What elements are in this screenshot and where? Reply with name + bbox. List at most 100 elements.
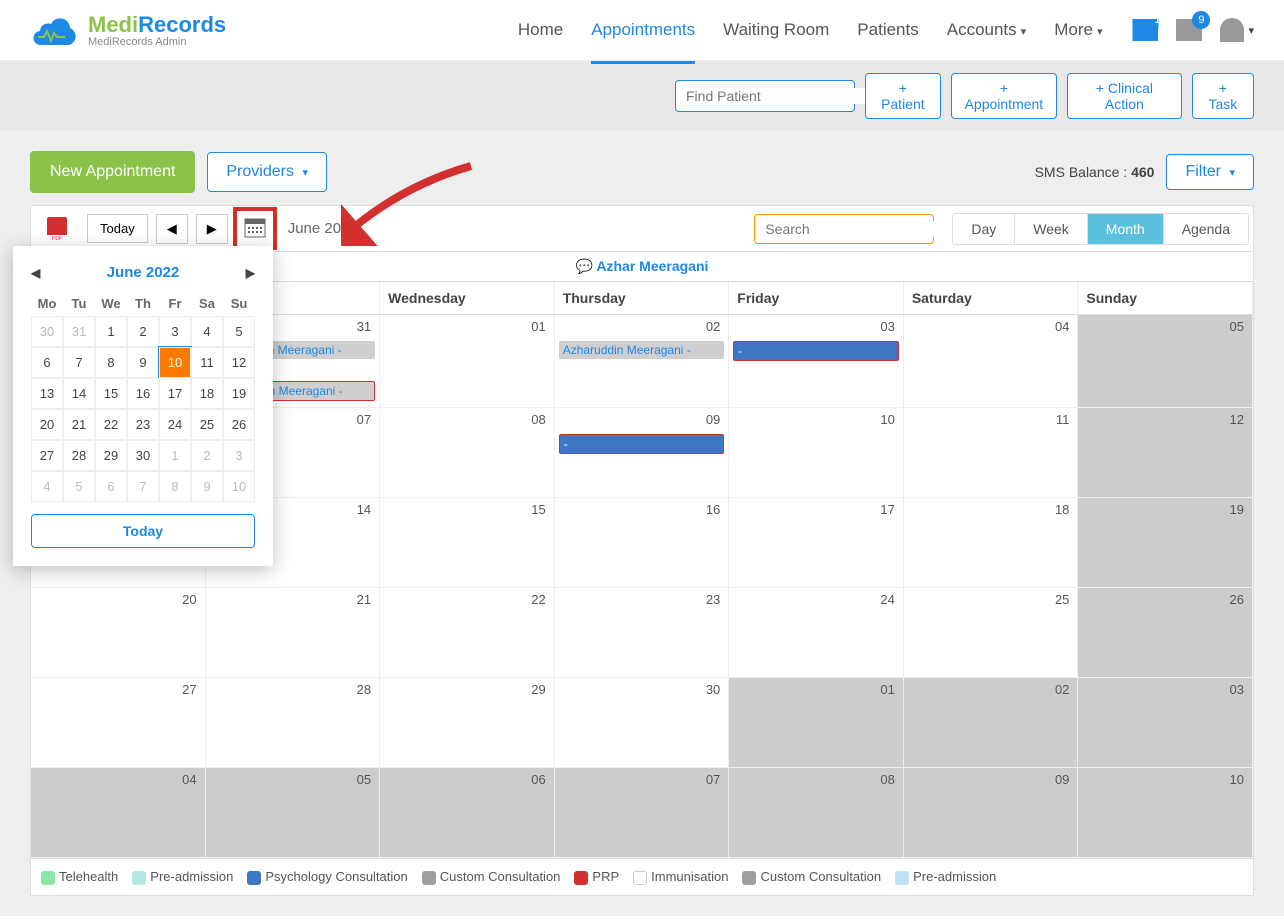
cal-cell[interactable]: 05: [1078, 315, 1253, 408]
cal-cell[interactable]: 08: [380, 408, 555, 498]
mini-day[interactable]: 2: [127, 316, 159, 347]
cal-cell[interactable]: 09: [904, 768, 1079, 858]
nav-appointments[interactable]: Appointments: [591, 12, 695, 48]
add-clinical-action-button[interactable]: + Clinical Action: [1067, 73, 1182, 119]
cal-cell[interactable]: 27: [31, 678, 206, 768]
mini-day[interactable]: 7: [127, 471, 159, 502]
cal-cell[interactable]: 23: [555, 588, 730, 678]
mini-day[interactable]: 18: [191, 378, 223, 409]
cal-cell[interactable]: 02Azharuddin Meeragani -: [555, 315, 730, 408]
mini-day[interactable]: 4: [191, 316, 223, 347]
mini-day[interactable]: 10: [223, 471, 255, 502]
logo[interactable]: MediRecords MediRecords Admin: [30, 12, 226, 48]
view-month[interactable]: Month: [1088, 214, 1164, 244]
cal-cell[interactable]: 04: [904, 315, 1079, 408]
cal-cell[interactable]: 17: [729, 498, 904, 588]
mini-day[interactable]: 6: [31, 347, 63, 378]
cal-cell[interactable]: 09-: [555, 408, 730, 498]
nav-more[interactable]: More▾: [1054, 12, 1102, 48]
cal-cell[interactable]: 18: [904, 498, 1079, 588]
cal-cell[interactable]: 15: [380, 498, 555, 588]
cal-cell[interactable]: 08: [729, 768, 904, 858]
cal-cell[interactable]: 03: [1078, 678, 1253, 768]
today-button[interactable]: Today: [87, 214, 148, 243]
prev-button[interactable]: ◀: [156, 214, 188, 244]
cal-cell[interactable]: 01: [380, 315, 555, 408]
cal-cell[interactable]: 20: [31, 588, 206, 678]
cal-cell[interactable]: 01: [729, 678, 904, 768]
cal-cell[interactable]: 12: [1078, 408, 1253, 498]
mini-day[interactable]: 25: [191, 409, 223, 440]
mini-day[interactable]: 5: [63, 471, 95, 502]
cal-cell[interactable]: 30: [555, 678, 730, 768]
find-patient-input[interactable]: [686, 88, 867, 104]
mail-icon[interactable]: 1: [1132, 19, 1158, 41]
mini-day[interactable]: 28: [63, 440, 95, 471]
cal-cell[interactable]: 02: [904, 678, 1079, 768]
mini-day[interactable]: 8: [159, 471, 191, 502]
mini-next[interactable]: ▶: [246, 266, 255, 280]
mini-day[interactable]: 31: [63, 316, 95, 347]
nav-home[interactable]: Home: [518, 12, 563, 48]
mini-day[interactable]: 26: [223, 409, 255, 440]
mini-prev[interactable]: ◀: [31, 266, 40, 280]
mini-day[interactable]: 23: [127, 409, 159, 440]
mini-day-selected[interactable]: 10: [159, 347, 191, 378]
mini-day[interactable]: 27: [31, 440, 63, 471]
cal-cell[interactable]: 04: [31, 768, 206, 858]
cal-cell[interactable]: 16: [555, 498, 730, 588]
view-week[interactable]: Week: [1015, 214, 1088, 244]
tasks-icon[interactable]: 9: [1176, 19, 1202, 41]
appointment[interactable]: -: [733, 341, 899, 361]
mini-day[interactable]: 1: [95, 316, 127, 347]
cal-cell[interactable]: 10: [1078, 768, 1253, 858]
cal-cell[interactable]: 19: [1078, 498, 1253, 588]
cal-cell[interactable]: 07: [555, 768, 730, 858]
cal-cell[interactable]: 05: [206, 768, 381, 858]
nav-patients[interactable]: Patients: [857, 12, 918, 48]
cal-cell[interactable]: 10: [729, 408, 904, 498]
date-picker-button[interactable]: [236, 210, 274, 247]
find-patient-box[interactable]: [675, 80, 855, 112]
mini-day[interactable]: 21: [63, 409, 95, 440]
appointment[interactable]: Azharuddin Meeragani -: [559, 341, 725, 359]
cal-cell[interactable]: 21: [206, 588, 381, 678]
user-menu[interactable]: ▾: [1220, 18, 1254, 42]
filter-button[interactable]: Filter ▾: [1166, 154, 1254, 190]
nav-accounts[interactable]: Accounts▾: [947, 12, 1026, 48]
cal-cell[interactable]: 11: [904, 408, 1079, 498]
mini-today-button[interactable]: Today: [31, 514, 255, 548]
mini-day[interactable]: 2: [191, 440, 223, 471]
mini-day[interactable]: 1: [159, 440, 191, 471]
mini-day[interactable]: 9: [191, 471, 223, 502]
mini-day[interactable]: 7: [63, 347, 95, 378]
cal-cell[interactable]: 29: [380, 678, 555, 768]
mini-day[interactable]: 30: [127, 440, 159, 471]
next-button[interactable]: ▶: [196, 214, 228, 244]
providers-dropdown[interactable]: Providers ▾: [207, 152, 327, 192]
cal-cell[interactable]: 24: [729, 588, 904, 678]
mini-day[interactable]: 15: [95, 378, 127, 409]
cal-cell[interactable]: 06: [380, 768, 555, 858]
view-day[interactable]: Day: [953, 214, 1015, 244]
cal-cell[interactable]: 03-: [729, 315, 904, 408]
mini-day[interactable]: 11: [191, 347, 223, 378]
mini-day[interactable]: 13: [31, 378, 63, 409]
appointment[interactable]: -: [559, 434, 725, 454]
mini-day[interactable]: 22: [95, 409, 127, 440]
add-task-button[interactable]: + Task: [1192, 73, 1254, 119]
mini-day[interactable]: 9: [127, 347, 159, 378]
cal-cell[interactable]: 22: [380, 588, 555, 678]
mini-day[interactable]: 30: [31, 316, 63, 347]
cal-cell[interactable]: 26: [1078, 588, 1253, 678]
mini-day[interactable]: 20: [31, 409, 63, 440]
calendar-search-input[interactable]: [765, 221, 946, 237]
mini-day[interactable]: 5: [223, 316, 255, 347]
mini-day[interactable]: 3: [159, 316, 191, 347]
nav-waiting-room[interactable]: Waiting Room: [723, 12, 829, 48]
mini-day[interactable]: 4: [31, 471, 63, 502]
mini-day[interactable]: 24: [159, 409, 191, 440]
add-appointment-button[interactable]: + Appointment: [951, 73, 1057, 119]
mini-day[interactable]: 6: [95, 471, 127, 502]
mini-day[interactable]: 14: [63, 378, 95, 409]
